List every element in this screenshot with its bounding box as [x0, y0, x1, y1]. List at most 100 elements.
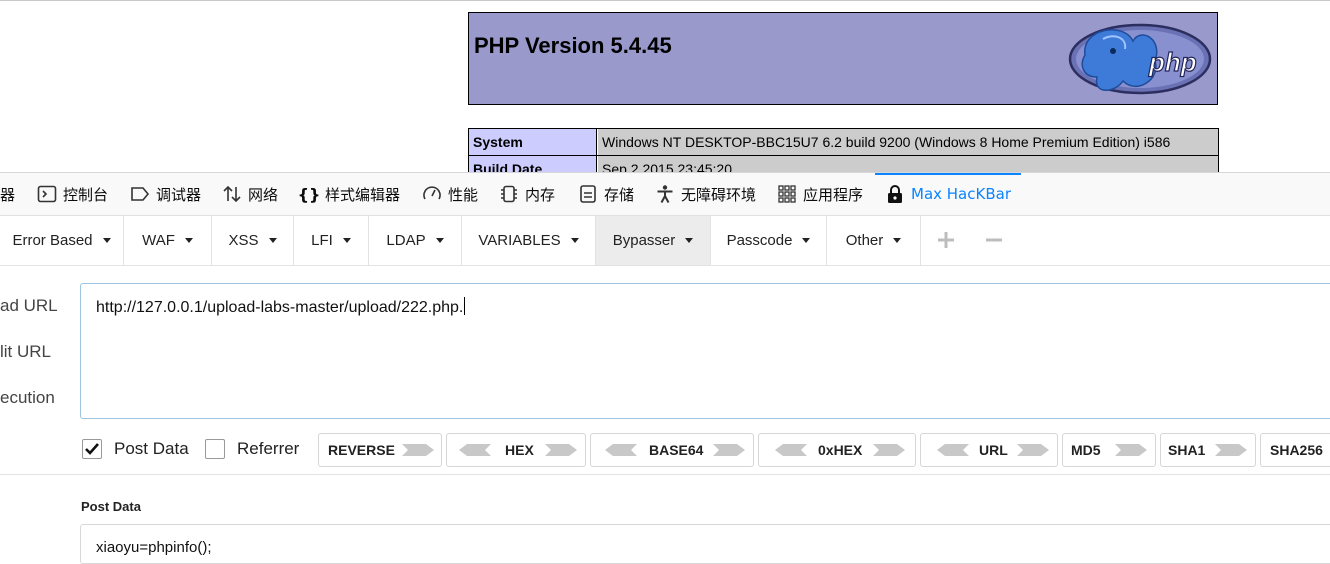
post-data-label[interactable]: Post Data: [114, 439, 189, 459]
menu-variables[interactable]: VARIABLES: [462, 216, 596, 265]
0xhex-button[interactable]: 0xHEX: [758, 433, 916, 467]
post-data-heading: Post Data: [81, 499, 141, 514]
button-label: SHA256: [1270, 442, 1323, 458]
tab-style-editor[interactable]: {} 样式编辑器: [297, 173, 401, 215]
menu-waf[interactable]: WAF: [124, 216, 212, 265]
reverse-button[interactable]: REVERSE: [318, 433, 442, 467]
post-data-checkbox[interactable]: [82, 439, 102, 459]
button-label: HEX: [505, 442, 534, 458]
menu-label: Passcode: [726, 232, 793, 249]
referrer-checkbox[interactable]: [205, 439, 225, 459]
post-data-value: xiaoyu=phpinfo();: [96, 539, 212, 556]
tab-label: 样式编辑器: [325, 185, 401, 204]
button-label: REVERSE: [328, 442, 395, 458]
phpinfo-row-build-date: Build Date Sep 2 2015 23:45:20: [468, 155, 1219, 172]
memory-icon: [499, 184, 519, 204]
arrow-left-icon: [937, 444, 969, 456]
arrow-right-icon: [1215, 444, 1247, 456]
tab-accessibility[interactable]: 无障碍环境: [655, 173, 756, 215]
arrow-left-icon: [775, 444, 807, 456]
tab-max-hackbar[interactable]: Max HacKBar: [875, 173, 1021, 215]
arrow-right-icon: [402, 444, 434, 456]
menu-label: XSS: [228, 232, 259, 249]
tab-label: 控制台: [63, 185, 109, 204]
caret-down-icon: [342, 238, 351, 243]
sha1-button[interactable]: SHA1: [1160, 433, 1256, 467]
style-editor-icon: {}: [297, 184, 321, 204]
menu-label: Error Based: [12, 232, 93, 249]
button-label: MD5: [1071, 442, 1101, 458]
tab-debugger[interactable]: 调试器: [130, 173, 201, 215]
caret-down-icon: [102, 238, 111, 243]
add-plus-icon[interactable]: [936, 230, 956, 250]
md5-button[interactable]: MD5: [1062, 433, 1156, 467]
post-data-input[interactable]: xiaoyu=phpinfo();: [80, 524, 1330, 564]
menu-bypasser[interactable]: Bypasser: [596, 216, 711, 265]
hex-button[interactable]: HEX: [446, 433, 586, 467]
tab-label: 网络: [248, 185, 279, 204]
url-input[interactable]: http://127.0.0.1/upload-labs-master/uplo…: [80, 283, 1330, 419]
page-top-divider: [0, 0, 1330, 1]
caret-down-icon: [570, 238, 579, 243]
menu-label: VARIABLES: [478, 232, 561, 249]
menu-xss[interactable]: XSS: [212, 216, 294, 265]
tab-label: 性能: [448, 185, 479, 204]
caret-down-icon: [685, 238, 694, 243]
arrow-right-icon: [1017, 444, 1049, 456]
url-encode-button[interactable]: URL: [920, 433, 1058, 467]
menu-label: LFI: [311, 232, 333, 249]
execution-button[interactable]: ecution: [0, 388, 55, 408]
phpinfo-key: System: [469, 129, 597, 155]
remove-minus-icon[interactable]: [984, 230, 1004, 250]
arrow-left-icon: [459, 444, 491, 456]
base64-button[interactable]: BASE64: [590, 433, 754, 467]
tab-application[interactable]: 应用程序: [777, 173, 863, 215]
arrow-left-icon: [605, 444, 637, 456]
menu-label: WAF: [142, 232, 175, 249]
caret-down-icon: [435, 238, 444, 243]
performance-icon: [422, 184, 442, 204]
section-divider: [0, 474, 1330, 475]
tab-console[interactable]: 控制台: [37, 173, 108, 215]
button-label: BASE64: [649, 442, 704, 458]
devtools-toolbar: 器 控制台 调试器 网络 {} 样式编辑器 性能 内存 存储 无障碍环境 应用程…: [0, 172, 1330, 216]
caret-down-icon: [893, 238, 902, 243]
network-icon: [222, 184, 242, 204]
menu-lfi[interactable]: LFI: [294, 216, 369, 265]
phpinfo-row-system: System Windows NT DESKTOP-BBC15U7 6.2 bu…: [468, 128, 1219, 156]
tab-inspector[interactable]: 器: [0, 173, 15, 215]
phpinfo-value: Windows NT DESKTOP-BBC15U7 6.2 build 920…: [598, 129, 1218, 155]
menu-label: LDAP: [386, 232, 426, 249]
arrow-right-icon: [1115, 444, 1147, 456]
load-url-button[interactable]: ad URL: [0, 296, 58, 316]
console-icon: [37, 184, 57, 204]
tab-label: 存储: [604, 185, 635, 204]
split-url-button[interactable]: lit URL: [0, 342, 51, 362]
menu-label: Bypasser: [612, 232, 676, 249]
arrow-right-icon: [713, 444, 745, 456]
menu-ldap[interactable]: LDAP: [369, 216, 462, 265]
php-version-title: PHP Version 5.4.45: [474, 33, 672, 58]
tab-network[interactable]: 网络: [222, 173, 278, 215]
tab-performance[interactable]: 性能: [422, 173, 478, 215]
phpinfo-page: PHP Version 5.4.45 php System Windows NT…: [0, 0, 1330, 172]
tab-label: 器: [0, 185, 16, 204]
sha256-button[interactable]: SHA256: [1260, 433, 1330, 467]
phpinfo-header: PHP Version 5.4.45 php: [468, 12, 1218, 105]
debugger-icon: [130, 184, 150, 204]
phpinfo-key: Build Date: [469, 156, 597, 172]
tab-memory[interactable]: 内存: [499, 173, 555, 215]
application-grid-icon: [777, 184, 797, 204]
menu-passcode[interactable]: Passcode: [711, 216, 827, 265]
tab-label: 内存: [525, 185, 556, 204]
arrow-right-icon: [545, 444, 577, 456]
arrow-right-icon: [873, 444, 905, 456]
button-label: 0xHEX: [818, 442, 863, 458]
referrer-label[interactable]: Referrer: [237, 439, 299, 459]
menu-label: Other: [845, 232, 884, 249]
phpinfo-value: Sep 2 2015 23:45:20: [598, 156, 1218, 172]
menu-error-based[interactable]: Error Based: [0, 216, 124, 265]
menu-other[interactable]: Other: [827, 216, 921, 265]
button-label: SHA1: [1168, 442, 1206, 458]
tab-storage[interactable]: 存储: [578, 173, 634, 215]
